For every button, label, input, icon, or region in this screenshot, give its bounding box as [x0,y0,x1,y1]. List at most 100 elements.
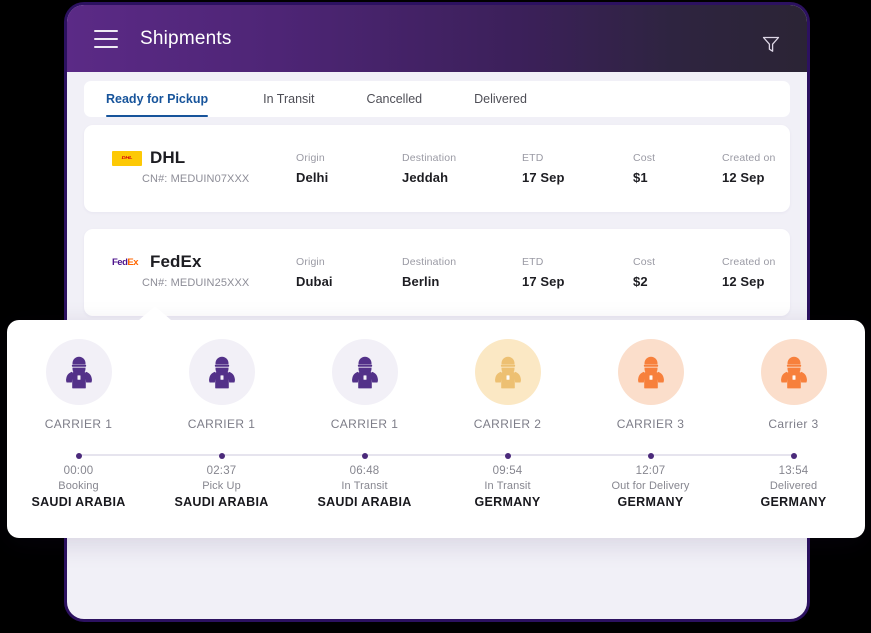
timeline-step[interactable]: CARRIER 2 09:54 In Transit GERMANY [436,320,579,538]
carrier-block: Fed Ex FedEx CN#: MEDUIN25XXX [112,251,249,289]
step-status: Booking [58,480,99,492]
step-carrier-label: Carrier 3 [768,417,819,431]
step-time: 09:54 [492,465,523,477]
carrier-block: DHL DHL CN#: MEDUIN07XXX [112,147,249,185]
field-label: Destination [402,152,457,164]
timeline-dot [647,453,654,459]
screenshot-root: Shipments Ready for Pickup In Transit Ca… [0,0,871,633]
step-status: Out for Delivery [611,480,690,492]
field-label: ETD [522,256,544,268]
consignment-number: CN#: MEDUIN07XXX [142,173,250,185]
field-value: $2 [633,274,648,289]
field-destination: Destination Berlin [402,256,456,289]
tab-label: Cancelled [366,92,423,106]
field-value: Delhi [296,170,329,185]
step-time: 13:54 [778,465,809,477]
field-value: Dubai [296,274,333,289]
field-label: Origin [296,152,325,164]
field-value: 17 Sep [522,170,565,185]
field-label: Created on [722,152,776,164]
timeline-dot [361,453,368,459]
timeline-dot-wrap [722,451,865,461]
step-country: GERMANY [617,495,684,509]
field-value: Berlin [402,274,440,289]
step-carrier-label: CARRIER 1 [44,417,113,431]
carrier-avatar [331,339,398,405]
step-carrier-label: CARRIER 3 [616,417,685,431]
timeline-step[interactable]: CARRIER 1 02:37 Pick Up SAUDI ARABIA [150,320,293,538]
timeline-step[interactable]: CARRIER 1 06:48 In Transit SAUDI ARABIA [293,320,436,538]
step-country: SAUDI ARABIA [31,495,126,509]
timeline-dot-wrap [579,451,722,461]
timeline-dot [75,453,82,459]
field-destination: Destination Jeddah [402,152,456,185]
field-created-on: Created on 12 Sep [722,152,775,185]
step-carrier-label: CARRIER 2 [473,417,542,431]
panel-pointer-notch [139,306,171,320]
timeline-dot-wrap [150,451,293,461]
tab-label: Ready for Pickup [106,92,209,106]
timeline-dot [504,453,511,459]
timeline-step[interactable]: CARRIER 3 12:07 Out for Delivery GERMANY [579,320,722,538]
field-cost: Cost $1 [633,152,655,185]
timeline-dot-wrap [293,451,436,461]
carrier-avatar [45,339,112,405]
field-label: Destination [402,256,457,268]
timeline-dot-wrap [7,451,150,461]
carrier-name: FedEx [150,252,202,271]
carrier-avatar [474,339,541,405]
field-value: 12 Sep [722,170,765,185]
field-origin: Origin Dubai [296,256,333,289]
carrier-avatar [760,339,827,405]
field-created-on: Created on 12 Sep [722,256,775,289]
tracking-timeline-panel: CARRIER 1 00:00 Booking SAUDI ARABIA CAR… [7,306,865,538]
field-etd: ETD 17 Sep [522,256,565,289]
step-time: 00:00 [63,465,94,477]
shipment-card[interactable]: DHL DHL CN#: MEDUIN07XXX Origin Delhi De… [84,125,790,212]
step-status: In Transit [341,480,388,492]
timeline-rail [78,454,794,456]
filter-funnel-icon[interactable] [760,33,782,55]
timeline-dot-wrap [436,451,579,461]
step-time: 06:48 [349,465,380,477]
carrier-avatar [617,339,684,405]
field-value: $1 [633,170,648,185]
field-label: Cost [633,152,656,164]
field-value: Jeddah [402,170,449,185]
field-value: 12 Sep [722,274,765,289]
field-origin: Origin Delhi [296,152,328,185]
tab-label: In Transit [263,92,315,106]
step-carrier-label: CARRIER 1 [187,417,256,431]
step-country: SAUDI ARABIA [317,495,412,509]
hamburger-menu-icon[interactable] [94,29,118,48]
carrier-avatar [188,339,255,405]
page-title: Shipments [140,27,232,49]
shipment-card[interactable]: Fed Ex FedEx CN#: MEDUIN25XXX Origin Duba… [84,229,790,316]
field-label: Created on [722,256,776,268]
tab-bar: Ready for Pickup In Transit Cancelled De… [84,81,790,117]
timeline-dot [790,453,797,459]
tab-cancelled[interactable]: Cancelled [367,81,423,117]
tab-delivered[interactable]: Delivered [474,81,527,117]
timeline-step[interactable]: Carrier 3 13:54 Delivered GERMANY [722,320,865,538]
step-status: Pick Up [202,480,241,492]
timeline-dot [218,453,225,459]
timeline-steps: CARRIER 1 00:00 Booking SAUDI ARABIA CAR… [7,320,865,538]
step-time: 02:37 [206,465,237,477]
field-label: Origin [296,256,325,268]
tab-ready-for-pickup[interactable]: Ready for Pickup [106,81,209,117]
step-carrier-label: CARRIER 1 [330,417,399,431]
tab-in-transit[interactable]: In Transit [263,81,314,117]
step-status: Delivered [769,480,818,492]
consignment-number: CN#: MEDUIN25XXX [142,277,250,289]
carrier-name: DHL [150,148,186,167]
field-label: ETD [522,152,544,164]
field-cost: Cost $2 [633,256,655,289]
step-status: In Transit [484,480,531,492]
field-label: Cost [633,256,656,268]
timeline-step[interactable]: CARRIER 1 00:00 Booking SAUDI ARABIA [7,320,150,538]
field-etd: ETD 17 Sep [522,152,565,185]
dhl-logo: DHL [112,150,142,166]
app-header: Shipments [67,5,807,72]
field-value: 17 Sep [522,274,565,289]
